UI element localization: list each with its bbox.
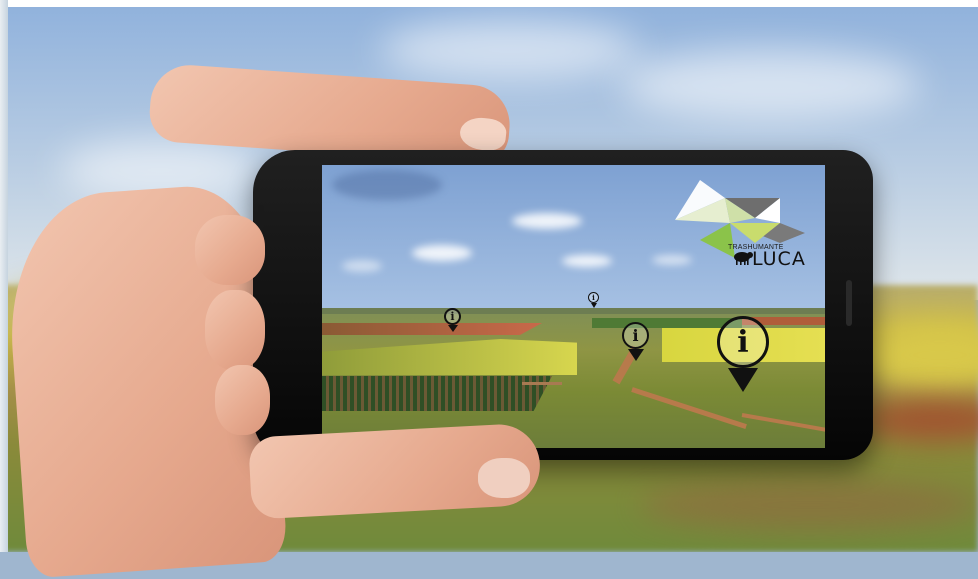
info-icon: i [622, 322, 649, 349]
info-pin[interactable]: i [588, 292, 599, 308]
cloud [512, 213, 582, 229]
info-icon: i [588, 292, 599, 303]
pin-pointer-icon [728, 368, 758, 392]
dirt-path [522, 382, 562, 385]
info-pin[interactable]: i [622, 322, 649, 361]
phone-speaker [846, 280, 852, 326]
cloud [562, 255, 612, 267]
info-icon: i [717, 316, 769, 368]
cloud [332, 170, 442, 200]
thumbnail [478, 458, 530, 498]
distant-field [322, 308, 825, 314]
info-icon: i [444, 308, 461, 325]
logo-line2: LUCA [752, 248, 806, 270]
cloud [342, 260, 382, 272]
pin-pointer-icon [627, 349, 644, 361]
info-pin[interactable]: i [717, 316, 769, 392]
finger [195, 215, 265, 285]
vineyard-rows [322, 376, 552, 411]
finger [205, 290, 265, 370]
plowed-field [322, 323, 542, 335]
pin-pointer-icon [447, 325, 458, 332]
finger [215, 365, 270, 435]
pin-pointer-icon [590, 303, 597, 308]
phone-side-button [258, 205, 264, 229]
cloud [412, 245, 472, 261]
sheep-icon [734, 252, 753, 265]
info-pin[interactable]: i [444, 308, 461, 332]
